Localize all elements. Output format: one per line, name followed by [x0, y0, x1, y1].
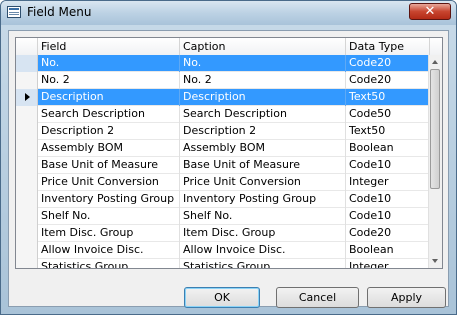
row-selector[interactable]: [16, 208, 38, 225]
field-menu-window: Field Menu ✕ Field Caption Data Type No.…: [0, 0, 457, 315]
table-row[interactable]: Assembly BOM Assembly BOM Boolean: [16, 140, 430, 157]
scroll-down-icon[interactable]: [432, 259, 438, 263]
row-selector[interactable]: [16, 123, 38, 140]
cell-data-type[interactable]: Integer: [346, 259, 430, 268]
dialog-body: Field Caption Data Type No. No. Code20 No. …: [8, 30, 449, 308]
apply-button[interactable]: Apply: [367, 287, 446, 308]
table-row[interactable]: Search Description Search Description Code…: [16, 106, 430, 123]
close-button[interactable]: ✕: [409, 3, 451, 20]
row-selector[interactable]: [16, 225, 38, 242]
table-row[interactable]: Allow Invoice Disc. Allow Invoice Disc. Bo…: [16, 242, 430, 259]
cell-data-type[interactable]: Code20: [346, 72, 430, 89]
cell-field[interactable]: Statistics Group: [38, 259, 180, 268]
cell-field[interactable]: Shelf No.: [38, 208, 180, 225]
header-row-selector: [16, 38, 38, 55]
cell-data-type[interactable]: Text50: [346, 89, 430, 106]
cell-field[interactable]: No. 2: [38, 72, 180, 89]
cell-field[interactable]: Search Description: [38, 106, 180, 123]
cell-caption[interactable]: Search Description: [180, 106, 346, 123]
cell-caption[interactable]: Price Unit Conversion: [180, 174, 346, 191]
grid-header: Field Caption Data Type: [16, 38, 442, 56]
cell-data-type[interactable]: Code10: [346, 157, 430, 174]
row-selector[interactable]: [16, 140, 38, 157]
cell-data-type[interactable]: Integer: [346, 174, 430, 191]
cell-data-type[interactable]: Code10: [346, 208, 430, 225]
cell-data-type[interactable]: Text50: [346, 123, 430, 140]
cell-data-type[interactable]: Boolean: [346, 242, 430, 259]
cell-data-type[interactable]: Code20: [346, 225, 430, 242]
scroll-thumb[interactable]: [430, 69, 440, 189]
ok-button[interactable]: OK: [184, 287, 260, 308]
cell-field[interactable]: Assembly BOM: [38, 140, 180, 157]
cell-caption[interactable]: Statistics Group: [180, 259, 346, 268]
row-selector[interactable]: [16, 72, 38, 89]
row-selector[interactable]: [16, 106, 38, 123]
cancel-button[interactable]: Cancel: [276, 287, 359, 308]
cell-data-type[interactable]: Code50: [346, 106, 430, 123]
table-row[interactable]: No. No. Code20: [16, 55, 430, 72]
table-row[interactable]: Description Description Text50: [16, 89, 430, 106]
vertical-scrollbar[interactable]: [428, 55, 442, 268]
cell-caption[interactable]: Assembly BOM: [180, 140, 346, 157]
grid-rows: No. No. Code20 No. 2 No. 2 Code20 Description D…: [16, 55, 430, 268]
cell-field[interactable]: Inventory Posting Group: [38, 191, 180, 208]
cell-field[interactable]: Description: [38, 89, 180, 106]
table-row[interactable]: No. 2 No. 2 Code20: [16, 72, 430, 89]
cell-caption[interactable]: Description 2: [180, 123, 346, 140]
cell-data-type[interactable]: Code10: [346, 191, 430, 208]
column-header-data-type[interactable]: Data Type: [346, 38, 430, 55]
cell-caption[interactable]: No.: [180, 55, 346, 72]
table-row[interactable]: Price Unit Conversion Price Unit Conversi…: [16, 174, 430, 191]
field-grid: Field Caption Data Type No. No. Code20 No. …: [15, 37, 443, 269]
window-icon: [7, 6, 21, 18]
cell-field[interactable]: No.: [38, 55, 180, 72]
row-selector[interactable]: [16, 259, 38, 268]
cell-caption[interactable]: Item Disc. Group: [180, 225, 346, 242]
column-header-field[interactable]: Field: [38, 38, 180, 55]
table-row[interactable]: Item Disc. Group Item Disc. Group Code20: [16, 225, 430, 242]
table-row[interactable]: Statistics Group Statistics Group Integer: [16, 259, 430, 268]
cell-data-type[interactable]: Boolean: [346, 140, 430, 157]
table-row[interactable]: Description 2 Description 2 Text50: [16, 123, 430, 140]
row-selector[interactable]: [16, 242, 38, 259]
table-row[interactable]: Shelf No. Shelf No. Code10: [16, 208, 430, 225]
cell-field[interactable]: Price Unit Conversion: [38, 174, 180, 191]
title-bar[interactable]: Field Menu ✕: [1, 1, 456, 25]
cell-caption[interactable]: Allow Invoice Disc.: [180, 242, 346, 259]
row-selector[interactable]: [16, 174, 38, 191]
cell-field[interactable]: Description 2: [38, 123, 180, 140]
table-row[interactable]: Inventory Posting Group Inventory Posting…: [16, 191, 430, 208]
table-row[interactable]: Base Unit of Measure Base Unit of Measure…: [16, 157, 430, 174]
cell-caption[interactable]: Base Unit of Measure: [180, 157, 346, 174]
cell-caption[interactable]: Inventory Posting Group: [180, 191, 346, 208]
row-selector[interactable]: [16, 55, 38, 72]
scroll-up-icon[interactable]: [432, 60, 438, 64]
cell-caption[interactable]: Description: [180, 89, 346, 106]
row-selector[interactable]: [16, 157, 38, 174]
cell-caption[interactable]: Shelf No.: [180, 208, 346, 225]
column-header-caption[interactable]: Caption: [180, 38, 346, 55]
cell-data-type[interactable]: Code20: [346, 55, 430, 72]
cell-field[interactable]: Allow Invoice Disc.: [38, 242, 180, 259]
window-title: Field Menu: [27, 5, 92, 19]
cell-caption[interactable]: No. 2: [180, 72, 346, 89]
row-selector[interactable]: [16, 191, 38, 208]
cell-field[interactable]: Base Unit of Measure: [38, 157, 180, 174]
cell-field[interactable]: Item Disc. Group: [38, 225, 180, 242]
current-row-arrow-icon[interactable]: [16, 89, 38, 106]
